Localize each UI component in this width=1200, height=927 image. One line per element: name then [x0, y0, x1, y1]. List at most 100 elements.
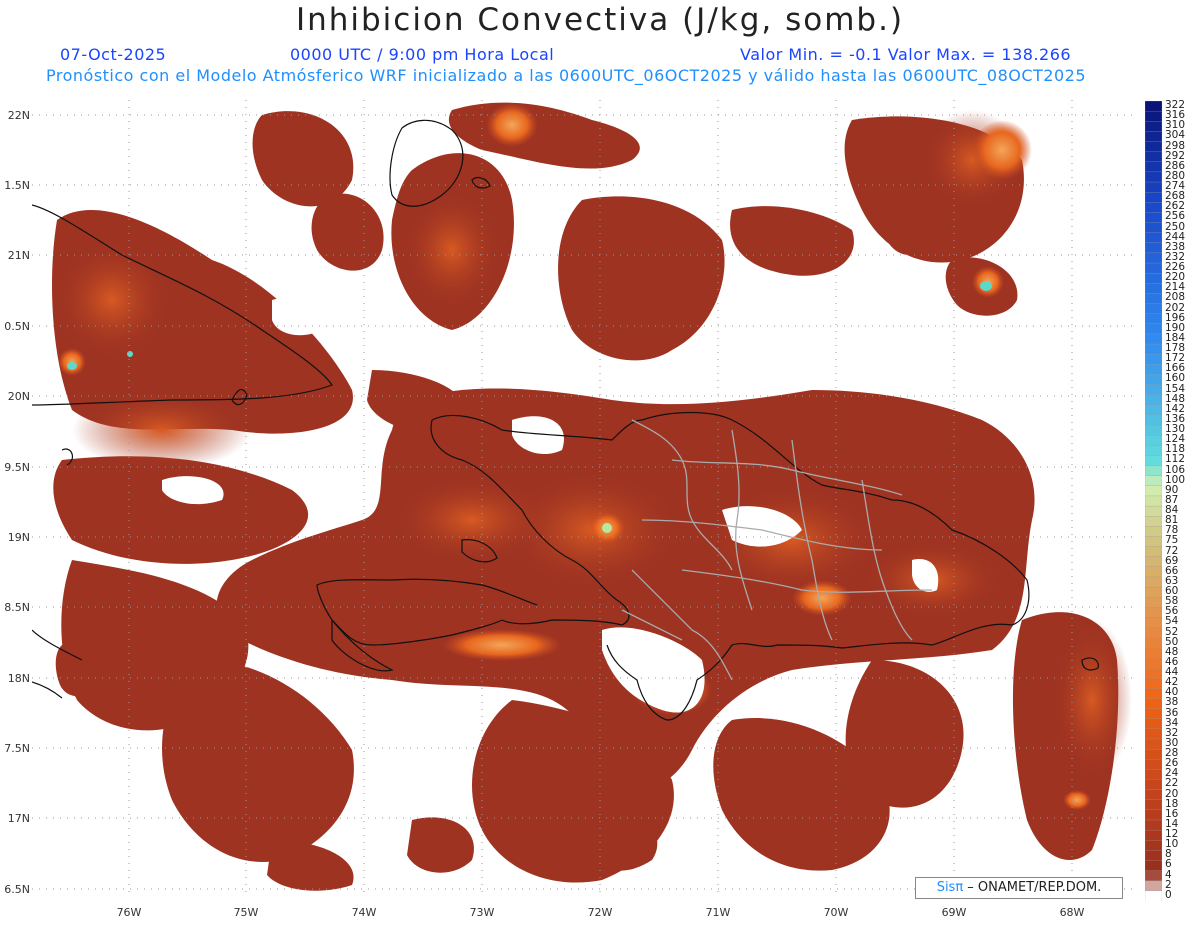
- legend-swatch: [1145, 121, 1162, 133]
- legend-swatch: [1145, 283, 1162, 295]
- legend-label: 0: [1165, 888, 1172, 901]
- legend-swatch: [1145, 252, 1162, 264]
- legend-swatch: [1145, 586, 1162, 598]
- lon-label: 74W: [351, 906, 377, 919]
- legend-label: 298: [1165, 139, 1186, 152]
- legend-swatch: [1145, 212, 1162, 224]
- credit-box: Sisπ – ONAMET/REP.DOM.: [915, 877, 1123, 899]
- credit-pi: π: [955, 880, 964, 895]
- legend-swatch: [1145, 455, 1162, 467]
- legend-swatch: [1145, 779, 1162, 791]
- lat-label: 19N: [7, 531, 30, 544]
- legend-swatch: [1145, 819, 1162, 831]
- lat-label: 9.5N: [4, 461, 30, 474]
- lat-label: 17N: [7, 812, 30, 825]
- legend-swatch: [1145, 374, 1162, 386]
- legend-swatch: [1145, 657, 1162, 669]
- lat-label: 22N: [7, 109, 30, 122]
- map-area: [32, 100, 1137, 895]
- legend-swatch: [1145, 161, 1162, 173]
- legend-swatch: [1145, 505, 1162, 517]
- legend-swatch: [1145, 516, 1162, 527]
- legend-swatch: [1145, 799, 1162, 811]
- legend-swatch: [1145, 384, 1162, 396]
- legend-swatch: [1145, 708, 1162, 720]
- legend-swatch: [1145, 647, 1162, 659]
- lon-label: 71W: [705, 906, 731, 919]
- legend-swatch: [1145, 698, 1162, 710]
- legend-swatch: [1145, 759, 1162, 771]
- legend-swatch: [1145, 850, 1162, 862]
- legend-swatch: [1145, 829, 1162, 841]
- credit-text: – ONAMET/REP.DOM.: [963, 880, 1102, 895]
- map-title: Inhibicion Convectiva (J/kg, somb.): [295, 2, 905, 38]
- legend-swatch: [1145, 566, 1162, 578]
- legend-swatch: [1145, 110, 1162, 122]
- legend-swatch: [1145, 181, 1162, 193]
- legend-swatch: [1145, 313, 1162, 325]
- lat-label: 18N: [7, 672, 30, 685]
- color-legend: [1145, 101, 1162, 901]
- legend-swatch: [1145, 303, 1162, 315]
- legend-swatch: [1145, 435, 1162, 446]
- legend-swatch: [1145, 485, 1162, 497]
- lon-label: 70W: [823, 906, 849, 919]
- legend-swatch: [1145, 789, 1162, 801]
- legend-swatch: [1145, 617, 1162, 629]
- legend-swatch: [1145, 880, 1162, 892]
- legend-swatch: [1145, 738, 1162, 750]
- legend-swatch: [1145, 364, 1162, 376]
- legend-label: 75: [1165, 534, 1179, 547]
- legend-swatch: [1145, 424, 1162, 436]
- model-subtitle: Pronóstico con el Modelo Atmósferico WRF…: [46, 66, 1087, 85]
- legend-swatch: [1145, 627, 1162, 639]
- legend-swatch: [1145, 637, 1162, 649]
- legend-swatch: [1145, 445, 1162, 457]
- legend-swatch: [1145, 748, 1162, 760]
- legend-label: 22: [1165, 777, 1179, 790]
- legend-swatch: [1145, 131, 1162, 143]
- legend-swatch: [1145, 667, 1162, 679]
- legend-swatch: [1145, 404, 1162, 416]
- legend-swatch: [1145, 273, 1162, 284]
- legend-swatch: [1145, 354, 1162, 365]
- lat-label: 7.5N: [4, 742, 30, 755]
- lon-label: 73W: [469, 906, 495, 919]
- legend-swatch: [1145, 607, 1162, 619]
- legend-swatch: [1145, 495, 1162, 507]
- legend-swatch: [1145, 475, 1162, 487]
- legend-swatch: [1145, 151, 1162, 163]
- lat-label: 0.5N: [4, 320, 30, 333]
- legend-swatch: [1145, 171, 1162, 183]
- legend-swatch: [1145, 870, 1162, 882]
- lon-label: 69W: [941, 906, 967, 919]
- lat-label: 21N: [7, 249, 30, 262]
- legend-swatch: [1145, 343, 1162, 355]
- legend-swatch: [1145, 546, 1162, 558]
- legend-swatch: [1145, 394, 1162, 406]
- legend-swatch: [1145, 718, 1162, 730]
- forecast-time: 0000 UTC / 9:00 pm Hora Local: [290, 45, 555, 64]
- legend-swatch: [1145, 242, 1162, 254]
- legend-label: 38: [1165, 696, 1179, 709]
- legend-label: 54: [1165, 615, 1179, 628]
- legend-swatch: [1145, 769, 1162, 781]
- legend-label: 208: [1165, 291, 1186, 304]
- legend-swatch: [1145, 293, 1162, 305]
- lon-label: 76W: [116, 906, 142, 919]
- min-max-values: Valor Min. = -0.1 Valor Max. = 138.266: [740, 45, 1072, 64]
- legend-swatch: [1145, 232, 1162, 244]
- legend-swatch: [1145, 141, 1162, 153]
- legend-swatch: [1145, 262, 1162, 274]
- lon-label: 75W: [233, 906, 259, 919]
- legend-swatch: [1145, 222, 1162, 234]
- lat-label: 6.5N: [4, 883, 30, 896]
- legend-label: 160: [1165, 372, 1186, 385]
- legend-swatch: [1145, 809, 1162, 821]
- lat-label: 20N: [7, 390, 30, 403]
- lat-label: 8.5N: [4, 601, 30, 614]
- legend-label: 6: [1165, 858, 1172, 871]
- legend-swatch: [1145, 202, 1162, 214]
- lon-label: 68W: [1059, 906, 1085, 919]
- legend-swatch: [1145, 101, 1162, 112]
